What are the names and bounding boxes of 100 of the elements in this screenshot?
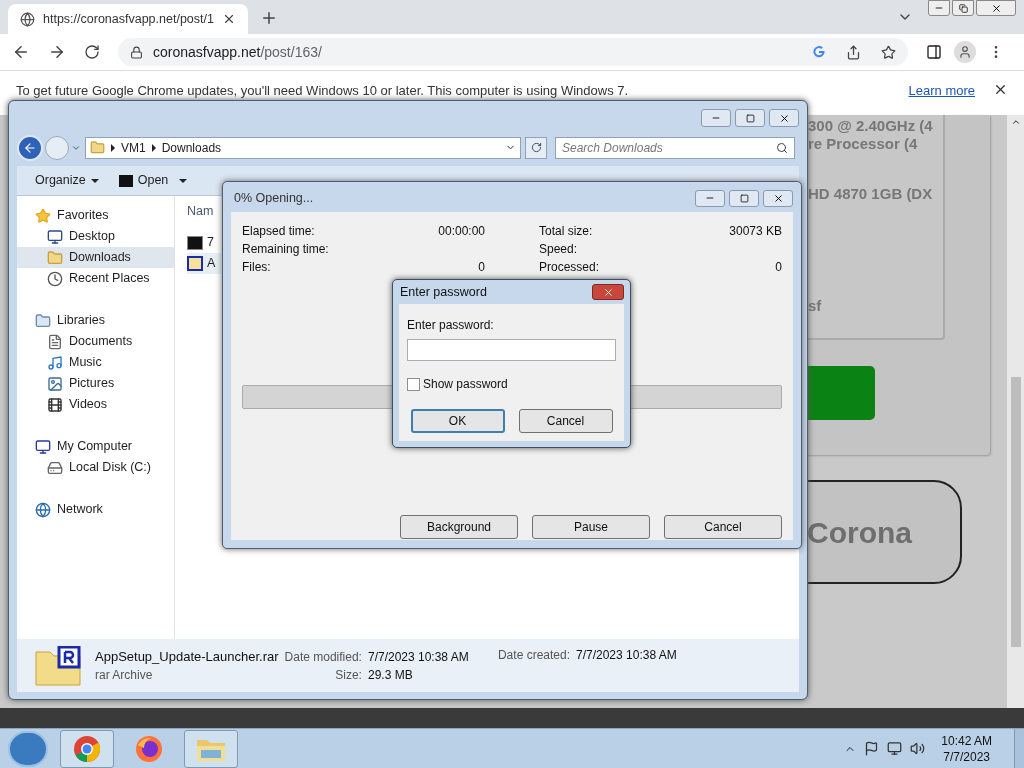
stat-label: Remaining time: xyxy=(242,241,329,258)
spec-text: HD 4870 1GB (DX xyxy=(808,185,934,203)
nav-item[interactable]: Local Disk (C:) xyxy=(17,457,174,478)
detail-value: 29.3 MB xyxy=(367,666,414,684)
checkbox-label: Show password xyxy=(423,376,508,393)
stat-label: Files: xyxy=(242,259,271,276)
close-icon xyxy=(778,112,790,124)
maximize-button[interactable] xyxy=(735,109,765,127)
detail-value: 7/7/2023 10:38 AM xyxy=(367,648,470,666)
close-icon xyxy=(602,286,614,298)
stat-label: Processed: xyxy=(539,259,600,276)
breadcrumb-arrow-icon xyxy=(151,143,156,152)
file-row[interactable]: 7 xyxy=(187,232,221,253)
minimize-button[interactable] xyxy=(695,189,725,207)
detail-value: 7/7/2023 10:38 AM xyxy=(576,647,677,664)
taskbar-app[interactable] xyxy=(60,729,114,768)
file-row[interactable]: A xyxy=(187,253,221,274)
globe-icon xyxy=(35,501,51,518)
close-icon xyxy=(772,192,784,204)
learn-more-link[interactable]: Learn more xyxy=(908,81,975,101)
scroll-up-icon[interactable] xyxy=(1010,117,1021,127)
stat-value: 00:00:00 xyxy=(438,223,485,240)
nav-item[interactable]: Libraries xyxy=(17,310,174,331)
share-icon[interactable] xyxy=(846,44,861,60)
close-button[interactable] xyxy=(769,109,799,127)
clock[interactable]: 10:42 AM 7/7/2023 xyxy=(941,732,992,765)
dialog-button[interactable]: Cancel xyxy=(664,515,782,539)
maximize-icon xyxy=(745,113,755,123)
folder-icon xyxy=(35,312,51,329)
password-field[interactable] xyxy=(407,339,616,361)
archive-icon xyxy=(187,235,203,250)
search-field[interactable]: Search Downloads xyxy=(555,136,795,159)
folder-icon xyxy=(47,249,63,266)
document-icon xyxy=(47,333,63,350)
browser-tab[interactable]: https://coronasfvapp.net/post/1 xyxy=(8,4,248,34)
speaker-icon[interactable] xyxy=(910,741,926,756)
side-panel-icon[interactable] xyxy=(926,44,942,60)
profile-avatar[interactable] xyxy=(954,41,976,63)
person-icon xyxy=(958,45,972,59)
dialog-title: Enter password xyxy=(400,283,487,301)
open-menu[interactable]: Open xyxy=(118,171,188,190)
address-bar[interactable]: coronasfvapp.net/post/163/ xyxy=(118,38,908,66)
film-icon xyxy=(47,396,63,413)
nav-item[interactable]: Videos xyxy=(17,394,174,415)
restore-icon xyxy=(958,3,968,13)
music-note-icon xyxy=(47,354,63,371)
minimize-button[interactable] xyxy=(928,0,950,16)
new-tab-icon[interactable] xyxy=(260,9,278,27)
close-icon xyxy=(990,2,1002,14)
detail-label: Size: xyxy=(335,666,362,684)
start-button[interactable] xyxy=(8,730,48,767)
minimize-button[interactable] xyxy=(701,109,731,127)
back-icon[interactable] xyxy=(12,43,30,61)
nav-item[interactable]: Desktop xyxy=(17,226,174,247)
clock-icon xyxy=(47,270,63,287)
maximize-button[interactable] xyxy=(729,189,759,207)
close-button[interactable] xyxy=(592,284,624,300)
search-icon xyxy=(776,141,788,154)
nav-item[interactable]: My Computer xyxy=(17,436,174,457)
checkbox[interactable] xyxy=(407,377,420,391)
breadcrumb-item[interactable]: VM1 xyxy=(121,138,146,157)
scrollbar[interactable] xyxy=(1007,115,1024,708)
dialog-button[interactable]: Pause xyxy=(532,515,650,539)
flag-icon[interactable] xyxy=(864,741,880,756)
firefox-icon xyxy=(135,734,163,763)
google-icon[interactable] xyxy=(812,45,826,59)
back-button[interactable] xyxy=(17,134,43,161)
taskbar-app[interactable] xyxy=(184,729,238,768)
field-label: Enter password: xyxy=(407,317,495,334)
close-tab-icon[interactable] xyxy=(222,12,236,26)
dialog-button[interactable]: OK xyxy=(410,409,505,433)
refresh-icon xyxy=(530,142,542,153)
archive-icon xyxy=(187,256,203,271)
restore-button[interactable] xyxy=(952,0,974,16)
nav-item[interactable]: Downloads xyxy=(17,247,174,268)
bookmark-star-icon[interactable] xyxy=(881,44,896,60)
globe-icon xyxy=(20,11,35,27)
close-button[interactable] xyxy=(976,0,1016,16)
reload-icon[interactable] xyxy=(84,44,100,60)
address-field[interactable]: VM1 Downloads xyxy=(85,136,521,159)
network-icon[interactable] xyxy=(887,741,903,756)
forward-icon[interactable] xyxy=(48,43,66,61)
close-button[interactable] xyxy=(763,189,793,207)
folder-icon xyxy=(90,140,105,155)
nav-item[interactable]: Recent Places xyxy=(17,268,174,289)
breadcrumb-item[interactable]: Downloads xyxy=(161,138,222,157)
nav-item[interactable]: Music xyxy=(17,352,174,373)
detail-label: Date created: xyxy=(497,647,570,664)
picture-icon xyxy=(47,375,63,392)
stat-label: Elapsed time: xyxy=(242,223,315,240)
nav-item[interactable]: Documents xyxy=(17,331,174,352)
nav-item[interactable]: Network xyxy=(17,499,174,520)
dialog-button[interactable]: Cancel xyxy=(518,409,613,433)
dialog-button[interactable]: Background xyxy=(400,515,518,539)
nav-item[interactable]: Pictures xyxy=(17,373,174,394)
nav-item[interactable]: Favorites xyxy=(17,205,174,226)
maximize-icon xyxy=(739,193,749,203)
refresh-button[interactable] xyxy=(525,136,547,159)
close-icon[interactable] xyxy=(993,82,1008,97)
organize-menu[interactable]: Organize xyxy=(35,171,99,190)
